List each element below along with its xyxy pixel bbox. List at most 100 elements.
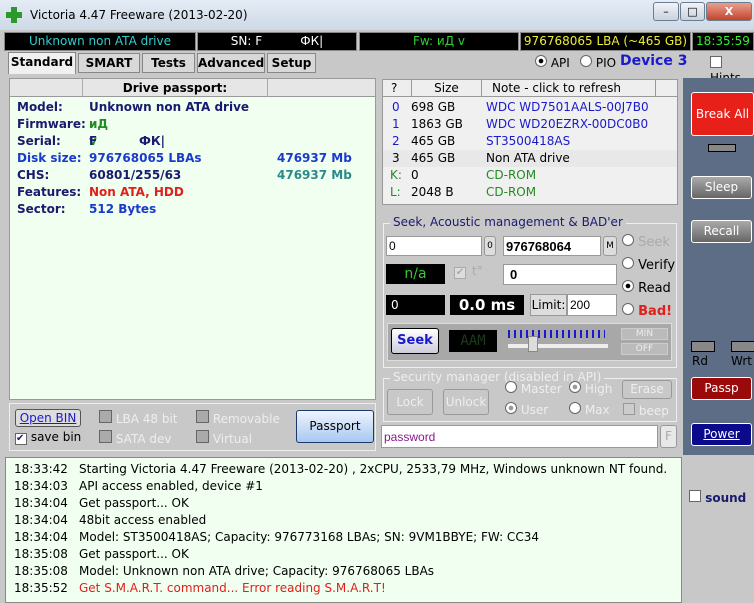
high-radio[interactable]: High <box>569 381 612 396</box>
drive-row[interactable]: K: 0 CD-ROM <box>383 167 677 184</box>
temp-checkbox[interactable]: ✔ <box>454 267 466 279</box>
sound-label: sound <box>705 491 747 505</box>
status-drive: Unknown non ATA drive <box>4 32 196 51</box>
break-all-button[interactable]: Break All <box>691 92 754 136</box>
label: Model: <box>17 100 63 114</box>
seek-button[interactable]: Seek <box>391 328 439 354</box>
aam-slider-track[interactable] <box>508 344 608 348</box>
radio-icon <box>569 402 581 414</box>
drive-row[interactable]: 0 698 GB WDC WD7501AALS-00J7B0 <box>383 99 677 116</box>
chs-value: 60801/255/63 <box>89 168 182 182</box>
drive-row-selected[interactable]: 3 465 GB Non ATA drive <box>383 150 677 167</box>
start-lba-input[interactable] <box>386 236 482 256</box>
log-text: Get S.M.A.R.T. command... Error reading … <box>79 581 386 595</box>
temp-label: t° <box>472 264 483 278</box>
drive-row[interactable]: L: 2048 B CD-ROM <box>383 184 677 201</box>
f-button[interactable]: F <box>660 425 677 448</box>
checkbox-icon <box>99 430 112 443</box>
drive-row[interactable]: 1 1863 GB WDC WD20EZRX-00DC0B0 <box>383 116 677 133</box>
max-radio[interactable]: Max <box>569 402 610 417</box>
start-zero-button[interactable]: 0 <box>484 236 496 256</box>
min-button[interactable]: MIN <box>621 328 668 340</box>
limit-input[interactable] <box>567 294 617 316</box>
col-id: ? <box>391 81 398 95</box>
col-note[interactable]: Note - click to refresh <box>481 80 656 96</box>
status-firmware: Fw: иД v <box>359 32 519 51</box>
tab-tests[interactable]: Tests <box>142 53 195 73</box>
erase-button[interactable]: Erase <box>622 380 672 399</box>
beep-checkbox[interactable]: beep <box>623 403 669 418</box>
tab-standard[interactable]: Standard <box>8 52 76 74</box>
checkbox-icon <box>710 56 722 68</box>
read-radio[interactable]: Read <box>622 277 675 300</box>
log-time: 18:34:03 <box>14 479 68 493</box>
checkbox-icon <box>196 410 209 423</box>
end-max-button[interactable]: M <box>603 236 617 256</box>
value-input[interactable] <box>503 264 617 285</box>
tab-setup[interactable]: Setup <box>267 53 316 73</box>
tab-smart[interactable]: SMART <box>78 53 140 73</box>
drive-note: CD-ROM <box>486 185 537 199</box>
drive-rows: 0 698 GB WDC WD7501AALS-00J7B0 1 1863 GB WDC… <box>383 99 677 201</box>
sector-value: 512 Bytes <box>89 202 157 216</box>
sound-checkbox[interactable]: sound <box>689 490 746 505</box>
label: CHS: <box>17 168 50 182</box>
log-panel[interactable]: 18:33:42 Starting Victoria 4.47 Freeware … <box>5 457 682 603</box>
checkbox-icon <box>689 490 701 502</box>
minimize-button[interactable]: – <box>653 2 679 21</box>
rd-label: Rd <box>692 354 708 368</box>
password-input[interactable] <box>381 425 658 448</box>
master-radio[interactable]: Master <box>505 381 562 396</box>
radio-selected-icon <box>505 402 517 414</box>
drive-size: 0 <box>411 168 419 182</box>
aam-slider-thumb[interactable] <box>528 336 538 352</box>
verify-radio-label: Verify <box>638 258 676 273</box>
high-label: High <box>584 382 613 396</box>
read-radio-label: Read <box>638 281 671 296</box>
log-time: 18:35:08 <box>14 547 68 561</box>
verify-radio[interactable]: Verify <box>622 254 675 277</box>
row-sector: Sector: 512 Bytes <box>17 201 156 218</box>
drive-size: 2048 B <box>411 185 454 199</box>
tab-advanced[interactable]: Advanced <box>197 53 265 73</box>
col-size[interactable]: Size <box>411 80 481 96</box>
user-radio[interactable]: User <box>505 402 548 417</box>
wrt-label: Wrt <box>731 354 752 368</box>
recall-button[interactable]: Recall <box>691 220 752 243</box>
log-time: 18:34:04 <box>14 513 68 527</box>
ms-display: 0.0 ms <box>450 295 524 315</box>
drive-size: 465 GB <box>411 151 456 165</box>
open-bin-button[interactable]: Open BIN <box>15 409 81 427</box>
aam-panel: Seek AAM MIN OFF <box>387 323 672 361</box>
virtual-checkbox: Virtual <box>196 430 252 446</box>
drive-id: L: <box>390 185 401 199</box>
bad-radio[interactable]: Bad! <box>622 300 675 323</box>
chs-mb: 476937 Mb <box>277 168 352 182</box>
seek-group-title: Seek, Acoustic management & BAD'er <box>390 215 626 229</box>
drive-list[interactable]: ? Size Note - click to refresh 0 698 GB WD… <box>382 79 678 205</box>
checkbox-icon <box>99 410 112 423</box>
unlock-button[interactable]: Unlock <box>443 389 489 415</box>
api-radio[interactable]: API <box>535 55 570 70</box>
drive-row[interactable]: 2 465 GB ST3500418AS <box>383 133 677 150</box>
pio-radio[interactable]: PIO <box>580 55 616 70</box>
maximize-button[interactable]: □ <box>680 2 705 21</box>
radio-selected-icon <box>622 280 634 292</box>
sleep-button[interactable]: Sleep <box>691 176 752 199</box>
pio-label: PIO <box>595 56 617 70</box>
status-serial: SN: F ФК| <box>197 32 357 51</box>
close-button[interactable]: X <box>706 2 752 21</box>
checkbox-icon <box>623 403 635 415</box>
radio-icon <box>505 381 517 393</box>
power-button[interactable]: Power <box>691 423 752 446</box>
lock-button[interactable]: Lock <box>387 389 433 415</box>
aam-display: AAM <box>449 330 497 352</box>
seek-radio[interactable]: Seek <box>622 231 675 254</box>
save-bin-checkbox[interactable]: ✔ save bin <box>15 430 81 445</box>
removable-label: Removable <box>212 412 280 426</box>
end-lba-input[interactable] <box>503 236 601 256</box>
off-button[interactable]: OFF <box>621 343 668 355</box>
drive-list-header: ? Size Note - click to refresh <box>383 80 677 97</box>
passport-button[interactable]: Passport <box>296 410 374 443</box>
passp-button[interactable]: Passp <box>691 377 752 400</box>
